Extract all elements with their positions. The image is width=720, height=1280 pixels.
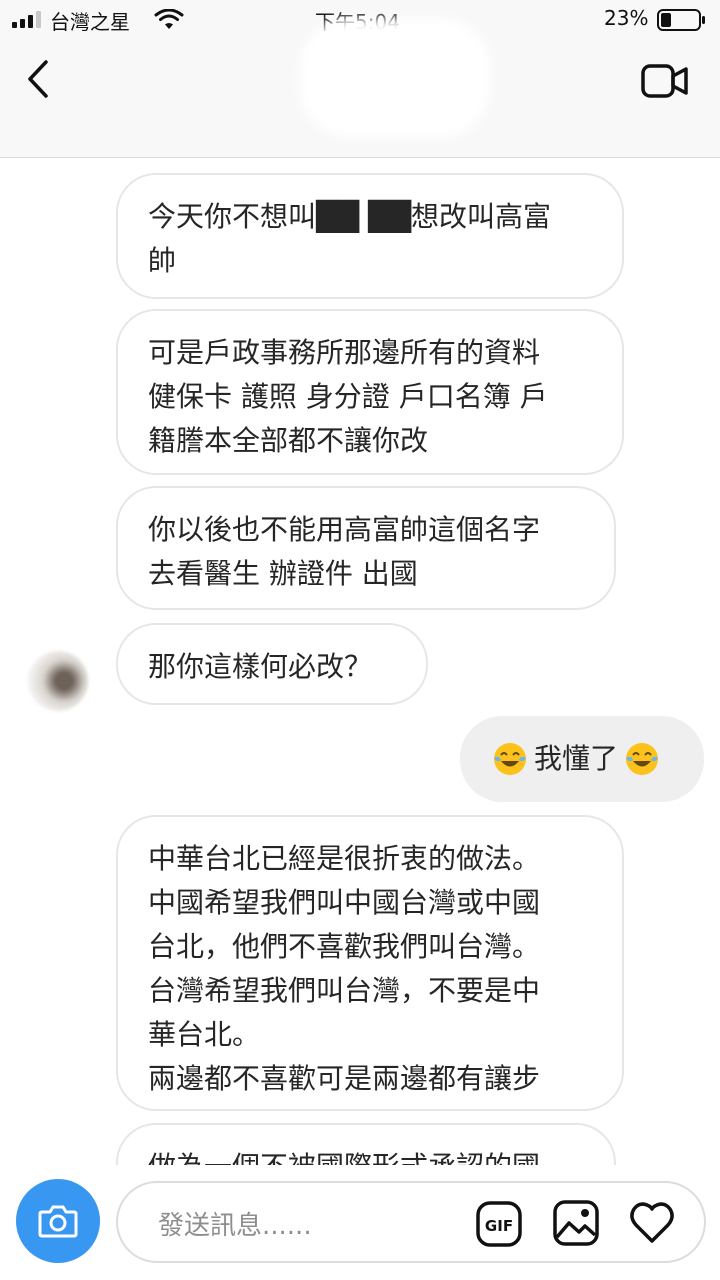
- message-text: 我懂了: [534, 742, 619, 775]
- avatar[interactable]: [28, 651, 88, 711]
- message-bubble-received[interactable]: 可是戶政事務所那邊所有的資料 健保卡 護照 身分證 戶口名簿 戶 籍謄本全部都不…: [116, 309, 624, 475]
- photo-icon[interactable]: [552, 1199, 600, 1247]
- contact-name-redacted[interactable]: [300, 18, 490, 138]
- gif-icon[interactable]: GIF: [476, 1201, 522, 1247]
- chevron-left-icon[interactable]: [22, 58, 52, 100]
- message-bubble-sent[interactable]: 我懂了: [460, 716, 704, 802]
- face-with-tears-of-joy-icon: [626, 743, 659, 775]
- face-with-tears-of-joy-icon: [494, 743, 526, 775]
- chat-header: [0, 18, 720, 158]
- battery-icon: [657, 9, 705, 31]
- message-bubble-received[interactable]: 中華台北已經是很折衷的做法。 中國希望我們叫中國台灣或中國 台北，他們不喜歡我們…: [116, 815, 624, 1111]
- message-input-placeholder: 發送訊息......: [158, 1211, 312, 1241]
- message-bubble-received[interactable]: 做為一個不被國際形式承認的國: [116, 1123, 616, 1165]
- svg-text:GIF: GIF: [485, 1217, 513, 1235]
- camera-button[interactable]: [16, 1179, 100, 1263]
- signal-strength-icon: [12, 10, 41, 28]
- message-bubble-received[interactable]: 那你這樣何必改？: [116, 623, 428, 705]
- message-composer: 發送訊息...... GIF: [0, 1165, 720, 1280]
- battery-percentage: 23%: [604, 6, 649, 30]
- video-camera-icon[interactable]: [640, 60, 690, 102]
- message-thread[interactable]: 今天你不想叫██ ██想改叫高富 帥 可是戶政事務所那邊所有的資料 健保卡 護照…: [0, 159, 720, 1165]
- camera-icon: [38, 1205, 78, 1238]
- heart-icon[interactable]: [628, 1199, 676, 1245]
- message-input[interactable]: 發送訊息...... GIF: [116, 1181, 706, 1263]
- wifi-icon: [154, 9, 184, 29]
- carrier-name: 台灣之星: [50, 10, 130, 34]
- message-bubble-received[interactable]: 你以後也不能用高富帥這個名字 去看醫生 辦證件 出國: [116, 486, 616, 610]
- message-bubble-received[interactable]: 今天你不想叫██ ██想改叫高富 帥: [116, 173, 624, 299]
